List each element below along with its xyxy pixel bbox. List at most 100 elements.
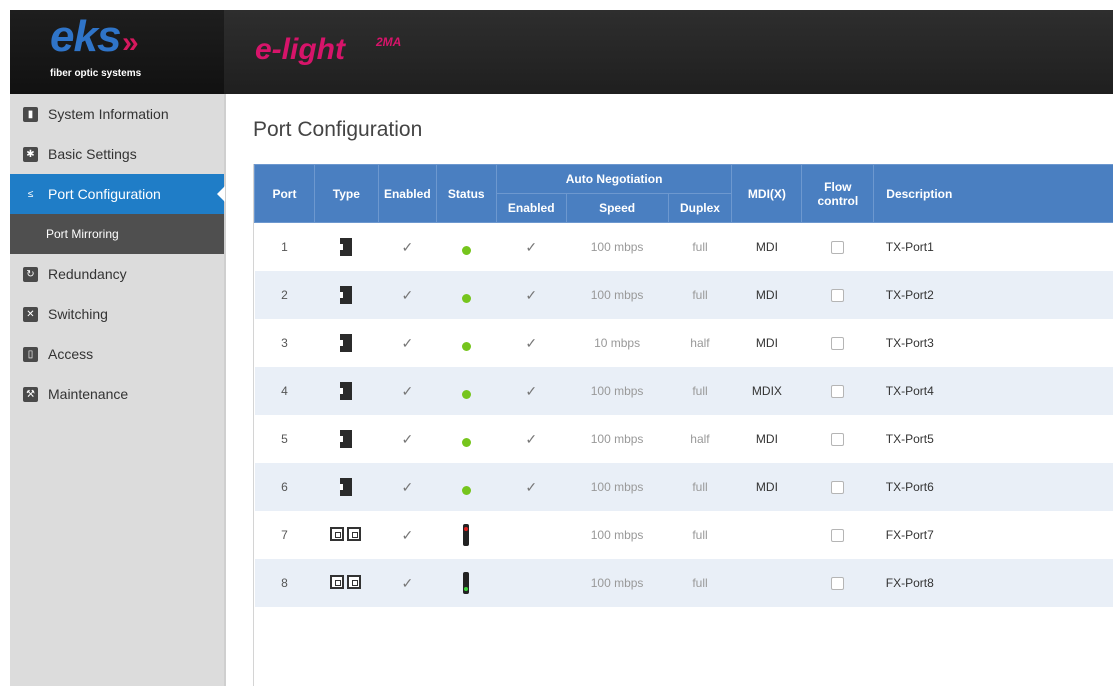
cell-autoneg-enabled-checkbox[interactable]: ✓ [496,222,567,271]
cell-description[interactable]: TX-Port1 [873,222,1113,271]
sidebar-item-basic-settings[interactable]: ✱ Basic Settings [10,134,224,174]
cell-autoneg-enabled-checkbox[interactable]: ✓ [496,463,567,511]
cell-speed[interactable]: 10 mbps [566,319,669,367]
flow-control-checkbox[interactable] [831,241,845,255]
cell-flow-control-checkbox[interactable] [801,367,874,415]
checkmark-icon[interactable]: ✓ [525,335,537,351]
checkmark-icon[interactable]: ✓ [401,527,413,543]
cell-enabled-checkbox[interactable]: ✓ [378,463,437,511]
checkmark-icon[interactable]: ✓ [525,431,537,447]
sidebar-item-redundancy[interactable]: ↻ Redundancy [10,254,224,294]
cell-enabled-checkbox[interactable]: ✓ [378,559,437,607]
cell-autoneg-enabled-checkbox[interactable]: ✓ [496,367,567,415]
cell-speed[interactable]: 100 mbps [566,271,669,319]
flow-control-checkbox[interactable] [831,529,845,543]
flow-control-checkbox[interactable] [831,433,845,447]
cell-description[interactable]: TX-Port6 [873,463,1113,511]
sidebar-subitem-port-mirroring[interactable]: Port Mirroring [10,214,224,254]
cell-speed[interactable]: 100 mbps [566,367,669,415]
checkmark-icon[interactable]: ✓ [401,287,413,303]
cell-enabled-checkbox[interactable]: ✓ [378,222,437,271]
checkmark-icon[interactable]: ✓ [401,335,413,351]
cell-mdi[interactable]: MDI [731,271,802,319]
cell-mdi[interactable] [731,511,802,559]
cell-speed[interactable]: 100 mbps [566,511,669,559]
cell-description[interactable]: TX-Port2 [873,271,1113,319]
cell-mdi[interactable]: MDI [731,415,802,463]
cell-flow-control-checkbox[interactable] [801,511,874,559]
cell-enabled-checkbox[interactable]: ✓ [378,319,437,367]
cell-enabled-checkbox[interactable]: ✓ [378,271,437,319]
copper-port-icon [340,286,353,304]
cell-flow-control-checkbox[interactable] [801,222,874,271]
cell-duplex[interactable]: half [668,415,732,463]
cell-speed[interactable]: 100 mbps [566,415,669,463]
checkmark-icon[interactable]: ✓ [401,479,413,495]
checkmark-icon[interactable]: ✓ [525,479,537,495]
cell-duplex[interactable]: half [668,319,732,367]
cell-duplex[interactable]: full [668,367,732,415]
checkmark-icon[interactable]: ✓ [525,287,537,303]
flow-control-checkbox[interactable] [831,337,845,351]
sidebar-item-access[interactable]: ▯ Access [10,334,224,374]
cell-speed[interactable]: 100 mbps [566,222,669,271]
product-superscript: 2MA [376,35,402,49]
cell-port: 3 [254,319,315,367]
brand-arrows-icon: » [122,26,139,59]
cell-duplex[interactable]: full [668,559,732,607]
cell-speed[interactable]: 100 mbps [566,463,669,511]
cell-duplex[interactable]: full [668,271,732,319]
cell-mdi[interactable] [731,559,802,607]
flow-control-checkbox[interactable] [831,481,845,495]
cell-description[interactable]: FX-Port7 [873,511,1113,559]
cell-autoneg-enabled-checkbox[interactable]: ✓ [496,319,567,367]
cell-duplex[interactable]: full [668,511,732,559]
col-header-speed: Speed [565,193,669,223]
cell-duplex[interactable]: full [668,463,732,511]
flow-control-checkbox[interactable] [831,577,845,591]
cell-description[interactable]: TX-Port4 [873,367,1113,415]
status-link-up-icon [461,485,471,495]
port-table-container: Port Type Enabled Status Auto Negotiatio… [253,164,1113,686]
cell-description[interactable]: TX-Port3 [873,319,1113,367]
lock-icon: ▯ [23,346,38,362]
sidebar-item-switching[interactable]: ✕ Switching [10,294,224,334]
cell-status [436,319,497,367]
cell-description[interactable]: FX-Port8 [873,559,1113,607]
cell-text: 5 [281,432,288,446]
cell-flow-control-checkbox[interactable] [801,559,874,607]
cell-text: MDI [755,288,778,302]
checkmark-icon[interactable]: ✓ [525,239,537,255]
cell-mdi[interactable]: MDIX [731,367,802,415]
cell-mdi[interactable]: MDI [731,463,802,511]
cell-enabled-checkbox[interactable]: ✓ [378,367,437,415]
cell-flow-control-checkbox[interactable] [801,319,874,367]
checkmark-icon[interactable]: ✓ [401,239,413,255]
flow-control-checkbox[interactable] [831,385,845,399]
cell-mdi[interactable]: MDI [731,319,802,367]
cell-mdi[interactable]: MDI [731,222,802,271]
cell-flow-control-checkbox[interactable] [801,271,874,319]
sidebar-item-port-configuration[interactable]: ≤ Port Configuration [10,174,225,214]
cell-autoneg-enabled-checkbox[interactable]: ✓ [496,271,567,319]
cell-description[interactable]: TX-Port5 [873,415,1113,463]
checkmark-icon[interactable]: ✓ [525,383,537,399]
cell-flow-control-checkbox[interactable] [801,463,874,511]
gear-icon: ✱ [23,146,38,162]
cell-flow-control-checkbox[interactable] [801,415,874,463]
cell-enabled-checkbox[interactable]: ✓ [378,415,437,463]
product-name: e-light [255,33,345,66]
cell-autoneg-enabled-checkbox[interactable]: ✓ [496,415,567,463]
cell-enabled-checkbox[interactable]: ✓ [378,511,437,559]
sidebar-item-label: Port Configuration [48,186,161,202]
flow-control-checkbox[interactable] [831,289,845,303]
sidebar-item-maintenance[interactable]: ⚒ Maintenance [10,374,224,414]
checkmark-icon[interactable]: ✓ [401,383,413,399]
col-header-mdi: MDI(X) [731,164,803,223]
cell-duplex[interactable]: full [668,222,732,271]
checkmark-icon[interactable]: ✓ [401,431,413,447]
checkmark-icon[interactable]: ✓ [401,575,413,591]
sidebar-item-system-information[interactable]: ▮ System Information [10,94,224,134]
cell-speed[interactable]: 100 mbps [566,559,669,607]
cell-text: 100 mbps [590,384,644,398]
